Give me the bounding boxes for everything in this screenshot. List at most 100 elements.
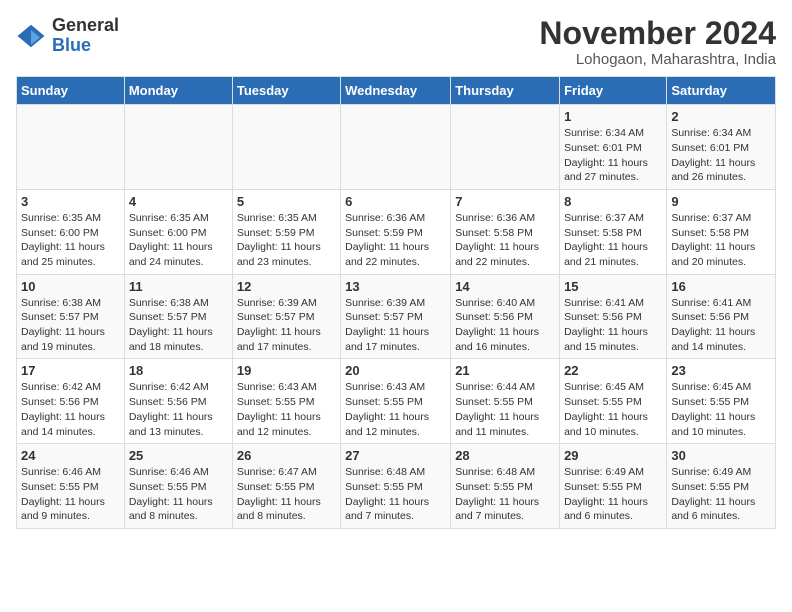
day-info: Sunrise: 6:34 AM Sunset: 6:01 PM Dayligh… [671,126,771,185]
calendar-cell: 18Sunrise: 6:42 AM Sunset: 5:56 PM Dayli… [124,359,232,444]
calendar-week-row: 24 Sunrise: 6:46 AM Sunset: 5:55 PM Dayli… [17,444,776,529]
logo-text: General Blue [52,16,119,56]
day-info: Sunrise: 6:43 AM Sunset: 5:55 PM Dayligh… [237,380,336,439]
calendar-cell: 26Sunrise: 6:47 AM Sunset: 5:55 PM Dayli… [232,444,340,529]
calendar-cell: 24Sunrise: 6:46 AM Sunset: 5:55 PM Dayli… [17,444,125,529]
calendar-cell: 5 Sunrise: 6:35 AM Sunset: 5:59 PM Daylig… [232,189,340,274]
day-info: Sunrise: 6:49 AM Sunset: 5:55 PM Dayligh… [564,465,662,524]
day-header-sunday: Sunday [17,77,125,105]
calendar-cell [451,105,560,190]
day-info: Sunrise: 6:45 AM Sunset: 5:55 PM Dayligh… [564,380,662,439]
day-info: Sunrise: 6:41 AM Sunset: 5:56 PM Dayligh… [564,296,662,355]
day-info: Sunrise: 6:35 AM Sunset: 6:00 PM Dayligh… [21,211,120,270]
day-info: Sunrise: 6:46 AM Sunset: 5:55 PM Dayligh… [129,465,228,524]
title-area: November 2024 Lohogaon, Maharashtra, Ind… [539,16,776,68]
day-number: 21 [455,363,555,378]
day-number: 24 [21,448,120,463]
day-info: Sunrise: 6:35 AM Sunset: 5:59 PM Dayligh… [237,211,336,270]
day-info: Sunrise: 6:36 AM Sunset: 5:58 PM Dayligh… [455,211,555,270]
calendar-cell: 3 Sunrise: 6:35 AM Sunset: 6:00 PM Daylig… [17,189,125,274]
day-info: Sunrise: 6:49 AM Sunset: 5:55 PM Dayligh… [671,465,771,524]
logo-blue: Blue [52,35,91,55]
calendar-cell: 11 Sunrise: 6:38 AM Sunset: 5:57 PM Dayli… [124,274,232,359]
day-info: Sunrise: 6:42 AM Sunset: 5:56 PM Dayligh… [21,380,120,439]
calendar-week-row: 1 Sunrise: 6:34 AM Sunset: 6:01 PM Daylig… [17,105,776,190]
day-number: 7 [455,194,555,209]
calendar-cell: 22 Sunrise: 6:45 AM Sunset: 5:55 PM Dayli… [560,359,667,444]
day-info: Sunrise: 6:39 AM Sunset: 5:57 PM Dayligh… [345,296,446,355]
day-header-monday: Monday [124,77,232,105]
day-info: Sunrise: 6:44 AM Sunset: 5:55 PM Dayligh… [455,380,555,439]
calendar-cell: 6 Sunrise: 6:36 AM Sunset: 5:59 PM Daylig… [341,189,451,274]
calendar-cell [341,105,451,190]
calendar-cell [232,105,340,190]
day-number: 25 [129,448,228,463]
calendar-cell: 13 Sunrise: 6:39 AM Sunset: 5:57 PM Dayli… [341,274,451,359]
calendar-cell: 29 Sunrise: 6:49 AM Sunset: 5:55 PM Dayli… [560,444,667,529]
calendar-cell: 1 Sunrise: 6:34 AM Sunset: 6:01 PM Daylig… [560,105,667,190]
calendar-table: SundayMondayTuesdayWednesdayThursdayFrid… [16,76,776,529]
day-info: Sunrise: 6:35 AM Sunset: 6:00 PM Dayligh… [129,211,228,270]
logo-icon [16,21,46,51]
calendar-cell: 4 Sunrise: 6:35 AM Sunset: 6:00 PM Daylig… [124,189,232,274]
day-number: 13 [345,279,446,294]
day-number: 14 [455,279,555,294]
day-info: Sunrise: 6:38 AM Sunset: 5:57 PM Dayligh… [129,296,228,355]
day-number: 19 [237,363,336,378]
day-number: 10 [21,279,120,294]
day-number: 22 [564,363,662,378]
day-number: 26 [237,448,336,463]
day-number: 11 [129,279,228,294]
day-number: 6 [345,194,446,209]
calendar-header-row: SundayMondayTuesdayWednesdayThursdayFrid… [17,77,776,105]
logo: General Blue [16,16,119,56]
day-number: 17 [21,363,120,378]
calendar-cell: 10 Sunrise: 6:38 AM Sunset: 5:57 PM Dayli… [17,274,125,359]
header: General Blue November 2024 Lohogaon, Mah… [16,16,776,68]
day-number: 23 [671,363,771,378]
day-number: 4 [129,194,228,209]
day-info: Sunrise: 6:36 AM Sunset: 5:59 PM Dayligh… [345,211,446,270]
day-info: Sunrise: 6:40 AM Sunset: 5:56 PM Dayligh… [455,296,555,355]
day-header-wednesday: Wednesday [341,77,451,105]
day-number: 20 [345,363,446,378]
calendar-cell: 14 Sunrise: 6:40 AM Sunset: 5:56 PM Dayli… [451,274,560,359]
day-info: Sunrise: 6:37 AM Sunset: 5:58 PM Dayligh… [564,211,662,270]
day-number: 29 [564,448,662,463]
calendar-cell: 12 Sunrise: 6:39 AM Sunset: 5:57 PM Dayli… [232,274,340,359]
calendar-cell: 7 Sunrise: 6:36 AM Sunset: 5:58 PM Daylig… [451,189,560,274]
calendar-cell: 27 Sunrise: 6:48 AM Sunset: 5:55 PM Dayli… [341,444,451,529]
day-info: Sunrise: 6:45 AM Sunset: 5:55 PM Dayligh… [671,380,771,439]
day-number: 12 [237,279,336,294]
day-number: 27 [345,448,446,463]
day-header-friday: Friday [560,77,667,105]
day-number: 9 [671,194,771,209]
day-header-tuesday: Tuesday [232,77,340,105]
calendar-cell: 30 Sunrise: 6:49 AM Sunset: 5:55 PM Dayli… [667,444,776,529]
calendar-cell: 17 Sunrise: 6:42 AM Sunset: 5:56 PM Dayli… [17,359,125,444]
day-number: 8 [564,194,662,209]
day-number: 15 [564,279,662,294]
day-number: 2 [671,109,771,124]
day-number: 3 [21,194,120,209]
day-info: Sunrise: 6:38 AM Sunset: 5:57 PM Dayligh… [21,296,120,355]
day-number: 5 [237,194,336,209]
day-info: Sunrise: 6:39 AM Sunset: 5:57 PM Dayligh… [237,296,336,355]
day-info: Sunrise: 6:48 AM Sunset: 5:55 PM Dayligh… [345,465,446,524]
day-number: 30 [671,448,771,463]
calendar-cell: 21 Sunrise: 6:44 AM Sunset: 5:55 PM Dayli… [451,359,560,444]
day-info: Sunrise: 6:42 AM Sunset: 5:56 PM Dayligh… [129,380,228,439]
location-subtitle: Lohogaon, Maharashtra, India [539,51,776,68]
day-info: Sunrise: 6:34 AM Sunset: 6:01 PM Dayligh… [564,126,662,185]
day-number: 28 [455,448,555,463]
calendar-cell: 28Sunrise: 6:48 AM Sunset: 5:55 PM Dayli… [451,444,560,529]
day-number: 1 [564,109,662,124]
calendar-cell: 19 Sunrise: 6:43 AM Sunset: 5:55 PM Dayli… [232,359,340,444]
logo-general: General [52,15,119,35]
calendar-week-row: 3 Sunrise: 6:35 AM Sunset: 6:00 PM Daylig… [17,189,776,274]
day-info: Sunrise: 6:43 AM Sunset: 5:55 PM Dayligh… [345,380,446,439]
month-title: November 2024 [539,16,776,51]
day-number: 16 [671,279,771,294]
calendar-cell: 9Sunrise: 6:37 AM Sunset: 5:58 PM Daylig… [667,189,776,274]
calendar-cell: 23 Sunrise: 6:45 AM Sunset: 5:55 PM Dayli… [667,359,776,444]
